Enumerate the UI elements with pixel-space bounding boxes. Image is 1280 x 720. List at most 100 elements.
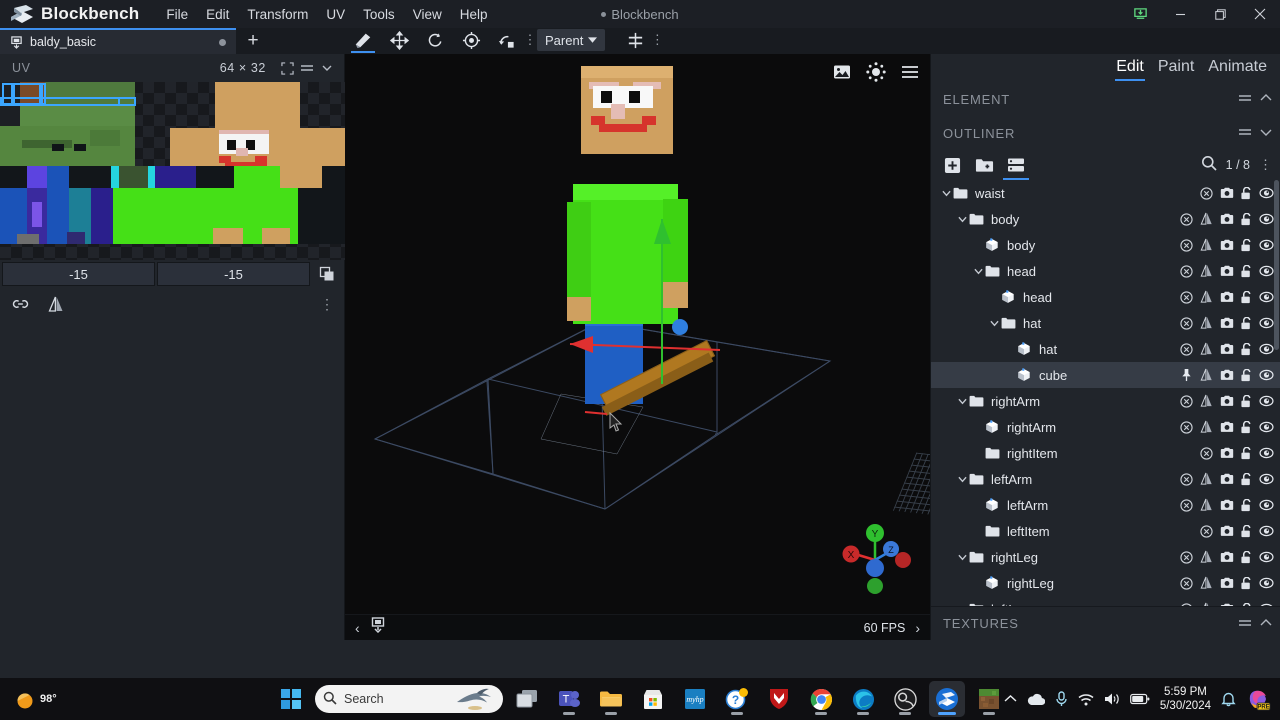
textures-menu-icon[interactable] (1238, 617, 1252, 631)
copy-icon[interactable] (312, 262, 342, 286)
update-available-icon[interactable] (1120, 0, 1160, 28)
outliner-row-rightarm-8[interactable]: rightArm (931, 388, 1280, 414)
disable-icon[interactable] (1199, 524, 1214, 539)
chevron-down-icon[interactable] (987, 320, 1001, 327)
lock-icon[interactable] (1239, 472, 1254, 487)
disable-icon[interactable] (1179, 290, 1194, 305)
lock-icon[interactable] (1239, 602, 1254, 606)
mirror-icon[interactable] (1199, 368, 1214, 383)
outliner-row-rightarm-9[interactable]: rightArm (931, 414, 1280, 440)
search-input[interactable]: Search (315, 685, 503, 713)
taskbar-app-task-view[interactable] (509, 681, 545, 717)
chevron-down-icon[interactable] (955, 554, 969, 561)
visibility-eye-icon[interactable] (1259, 472, 1274, 487)
mirror-icon[interactable] (1199, 238, 1214, 253)
element-section-header[interactable]: ELEMENT (931, 82, 1280, 116)
image-icon[interactable] (832, 62, 852, 82)
mirror-icon[interactable] (1199, 264, 1214, 279)
bell-icon[interactable] (1221, 691, 1236, 707)
disable-icon[interactable] (1179, 420, 1194, 435)
outliner-row-rightleg-15[interactable]: rightLeg (931, 570, 1280, 596)
outliner-row-leftleg-16[interactable]: leftLeg (931, 596, 1280, 606)
tab-paint[interactable]: Paint (1151, 56, 1201, 81)
visibility-eye-icon[interactable] (1259, 290, 1274, 305)
chevron-down-icon[interactable] (318, 59, 336, 77)
taskbar-app-microsoft-store[interactable] (635, 681, 671, 717)
disable-icon[interactable] (1179, 602, 1194, 606)
resize-tool-button[interactable] (381, 27, 417, 53)
tab-animate[interactable]: Animate (1201, 56, 1274, 81)
visibility-eye-icon[interactable] (1259, 394, 1274, 409)
chevron-down-icon[interactable] (955, 606, 969, 607)
disable-icon[interactable] (1179, 472, 1194, 487)
lock-icon[interactable] (1239, 498, 1254, 513)
taskbar-clock[interactable]: 5:59 PM 5/30/2024 (1160, 685, 1211, 713)
outliner-row-waist-0[interactable]: waist (931, 180, 1280, 206)
center-tool-button[interactable] (621, 27, 649, 53)
weather-widget[interactable]: 98° (14, 688, 57, 710)
outliner-section-header[interactable]: OUTLINER (931, 116, 1280, 150)
disable-icon[interactable] (1179, 394, 1194, 409)
disable-icon[interactable] (1179, 550, 1194, 565)
lock-icon[interactable] (1239, 238, 1254, 253)
outliner-row-hat-6[interactable]: hat (931, 336, 1280, 362)
mirror-icon[interactable] (46, 294, 66, 314)
outliner-row-body-2[interactable]: body (931, 232, 1280, 258)
outliner-row-cube-7[interactable]: cube (931, 362, 1280, 388)
next-view-button[interactable]: › (915, 620, 920, 636)
move-tool-button[interactable] (345, 27, 381, 53)
microphone-icon[interactable] (1055, 691, 1068, 707)
menu-item-uv[interactable]: UV (317, 3, 354, 26)
disable-icon[interactable] (1179, 264, 1194, 279)
uv-offset-x-input[interactable]: -15 (2, 262, 155, 286)
camera-icon[interactable] (1219, 420, 1234, 435)
lock-icon[interactable] (1239, 394, 1254, 409)
lock-icon[interactable] (1239, 264, 1254, 279)
lock-icon[interactable] (1239, 368, 1254, 383)
camera-icon[interactable] (1219, 498, 1234, 513)
disable-icon[interactable] (1179, 342, 1194, 357)
lock-icon[interactable] (1239, 186, 1254, 201)
taskbar-app-blockbench[interactable] (929, 681, 965, 717)
onedrive-icon[interactable] (1027, 693, 1045, 706)
copilot-icon[interactable]: PRE (1246, 687, 1272, 711)
taskbar-app-file-explorer[interactable] (593, 681, 629, 717)
outliner-row-leftarm-11[interactable]: leftArm (931, 466, 1280, 492)
camera-icon[interactable] (1219, 472, 1234, 487)
outliner-row-rightleg-14[interactable]: rightLeg (931, 544, 1280, 570)
wifi-icon[interactable] (1078, 693, 1094, 706)
disable-icon[interactable] (1179, 212, 1194, 227)
mirror-icon[interactable] (1199, 420, 1214, 435)
mirror-icon[interactable] (1199, 316, 1214, 331)
camera-icon[interactable] (1219, 524, 1234, 539)
visibility-eye-icon[interactable] (1259, 368, 1274, 383)
list-view-icon[interactable] (1003, 155, 1029, 180)
fullscreen-icon[interactable] (278, 59, 296, 77)
disable-icon[interactable] (1179, 576, 1194, 591)
new-tab-button[interactable]: + (236, 28, 270, 54)
chevron-up-icon[interactable] (1260, 92, 1272, 106)
camera-icon[interactable] (1219, 368, 1234, 383)
outliner-row-leftarm-12[interactable]: leftArm (931, 492, 1280, 518)
visibility-eye-icon[interactable] (1259, 446, 1274, 461)
camera-icon[interactable] (1219, 446, 1234, 461)
prev-view-button[interactable]: ‹ (355, 620, 360, 636)
visibility-eye-icon[interactable] (1259, 576, 1274, 591)
mirror-icon[interactable] (1199, 472, 1214, 487)
outliner-row-head-4[interactable]: head (931, 284, 1280, 310)
lock-icon[interactable] (1239, 446, 1254, 461)
visibility-eye-icon[interactable] (1259, 420, 1274, 435)
3d-viewport[interactable]: Y X Z (345, 54, 930, 614)
visibility-eye-icon[interactable] (1259, 498, 1274, 513)
lock-icon[interactable] (1239, 420, 1254, 435)
camera-icon[interactable] (1219, 394, 1234, 409)
taskbar-app-mcafee[interactable] (761, 681, 797, 717)
outliner-row-rightitem-10[interactable]: rightItem (931, 440, 1280, 466)
camera-icon[interactable] (1219, 576, 1234, 591)
lock-icon[interactable] (1239, 342, 1254, 357)
mirror-icon[interactable] (1199, 342, 1214, 357)
outliner-row-hat-5[interactable]: hat (931, 310, 1280, 336)
mirror-icon[interactable] (1199, 290, 1214, 305)
transform-more-icon[interactable]: ⋮ (523, 27, 537, 53)
add-group-icon[interactable] (973, 155, 995, 175)
